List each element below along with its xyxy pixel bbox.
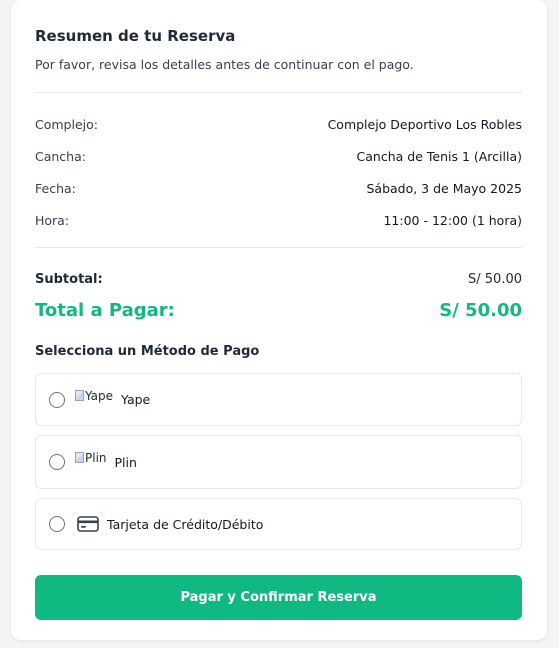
- detail-label: Fecha:: [35, 180, 76, 196]
- detail-value: Complejo Deportivo Los Robles: [327, 116, 522, 132]
- detail-value: Sábado, 3 de Mayo 2025: [366, 180, 522, 196]
- payment-option-label: Plin: [114, 454, 137, 470]
- detail-label: Complejo:: [35, 116, 98, 132]
- subtotal-label: Subtotal:: [35, 271, 103, 287]
- divider: [35, 247, 522, 248]
- detail-row-hora: Hora: 11:00 - 12:00 (1 hora): [35, 211, 522, 229]
- payment-option-card[interactable]: Tarjeta de Crédito/Débito: [35, 498, 522, 550]
- summary-subtitle: Por favor, revisa los detalles antes de …: [35, 57, 414, 72]
- plin-radio[interactable]: [49, 454, 65, 470]
- total-value: S/ 50.00: [439, 299, 522, 321]
- detail-row-cancha: Cancha: Cancha de Tenis 1 (Arcilla): [35, 147, 522, 165]
- total-row: Total a Pagar: S/ 50.00: [35, 298, 522, 322]
- divider: [35, 92, 522, 93]
- payment-option-yape[interactable]: Yape Yape: [35, 373, 522, 426]
- yape-logo-image: Yape: [75, 389, 113, 411]
- pay-confirm-button[interactable]: Pagar y Confirmar Reserva: [35, 575, 522, 620]
- detail-label: Cancha:: [35, 148, 86, 164]
- card-radio[interactable]: [49, 516, 65, 532]
- yape-radio[interactable]: [49, 391, 65, 408]
- credit-card-icon: [77, 516, 99, 532]
- detail-row-fecha: Fecha: Sábado, 3 de Mayo 2025: [35, 179, 522, 197]
- yape-logo-alt: Yape: [85, 388, 114, 403]
- summary-title: Resumen de tu Reserva: [35, 27, 236, 45]
- payment-option-label: Yape: [121, 392, 151, 407]
- detail-label: Hora:: [35, 212, 70, 228]
- broken-image-icon: [75, 389, 84, 401]
- subtotal-value: S/ 50.00: [468, 271, 522, 287]
- payment-option-label: Tarjeta de Crédito/Débito: [107, 516, 264, 532]
- plin-logo-image: Plin: [75, 451, 107, 473]
- payment-method-heading: Selecciona un Método de Pago: [35, 344, 260, 359]
- detail-value: 11:00 - 12:00 (1 hora): [383, 212, 522, 228]
- detail-value: Cancha de Tenis 1 (Arcilla): [356, 148, 522, 164]
- reservation-summary-card: Resumen de tu Reserva Por favor, revisa …: [11, 0, 547, 640]
- plin-logo-alt: Plin: [85, 451, 107, 465]
- detail-row-complejo: Complejo: Complejo Deportivo Los Robles: [35, 115, 522, 133]
- broken-image-icon: [75, 452, 84, 463]
- total-label: Total a Pagar:: [35, 299, 175, 321]
- payment-option-plin[interactable]: Plin Plin: [35, 435, 522, 489]
- subtotal-row: Subtotal: S/ 50.00: [35, 270, 522, 288]
